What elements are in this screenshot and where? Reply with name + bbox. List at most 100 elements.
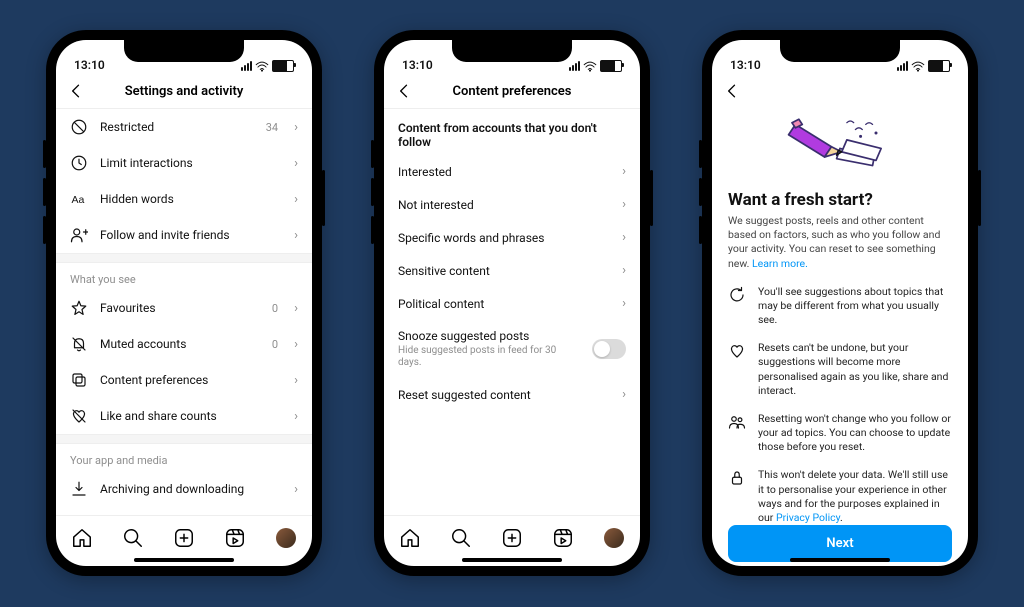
learn-more-link[interactable]: Learn more. bbox=[752, 257, 808, 270]
fresh-start-content: Want a fresh start? We suggest posts, re… bbox=[712, 108, 968, 566]
bullet-text: You'll see suggestions about topics that… bbox=[758, 285, 952, 328]
tab-reels[interactable] bbox=[224, 527, 246, 549]
notch bbox=[124, 40, 244, 62]
chevron-right-icon: › bbox=[294, 337, 298, 352]
tab-search[interactable] bbox=[450, 527, 472, 549]
tab-search[interactable] bbox=[122, 527, 144, 549]
settings-row[interactable]: Specific words and phrases› bbox=[384, 221, 640, 254]
row-label: Muted accounts bbox=[100, 337, 260, 351]
settings-row[interactable]: Political content› bbox=[384, 287, 640, 320]
ban-icon bbox=[70, 118, 88, 136]
settings-row[interactable]: Limit interactions › bbox=[56, 145, 312, 181]
row-label: Hidden words bbox=[100, 192, 282, 206]
people-icon bbox=[728, 412, 746, 431]
next-button[interactable]: Next bbox=[728, 525, 952, 562]
chevron-right-icon: › bbox=[294, 156, 298, 171]
row-label: Restricted bbox=[100, 120, 254, 134]
row-snooze[interactable]: Snooze suggested posts Hide suggested po… bbox=[384, 320, 640, 378]
row-label: Sensitive content bbox=[398, 264, 610, 278]
chevron-right-icon: › bbox=[622, 296, 626, 311]
settings-row[interactable]: Like and share counts› bbox=[56, 398, 312, 434]
chevron-right-icon: › bbox=[622, 164, 626, 179]
signal-icon bbox=[241, 61, 252, 71]
settings-row[interactable]: Not interested › bbox=[384, 188, 640, 221]
fresh-start-description: We suggest posts, reels and other conten… bbox=[728, 214, 952, 271]
tab-home[interactable] bbox=[399, 527, 421, 549]
notch bbox=[780, 40, 900, 62]
wifi-icon bbox=[583, 61, 597, 72]
row-label: Snooze suggested posts bbox=[398, 329, 580, 343]
back-button[interactable] bbox=[62, 77, 90, 105]
group-title: Content from accounts that you don't fol… bbox=[384, 109, 640, 155]
clock-alert-icon bbox=[70, 154, 88, 172]
tab-profile[interactable] bbox=[275, 527, 297, 549]
row-sublabel: Hide suggested posts in feed for 30 days… bbox=[398, 345, 580, 369]
settings-row[interactable]: Interested › bbox=[384, 155, 640, 188]
home-icon bbox=[71, 527, 93, 549]
phone-3: @onessurdu 13:10 bbox=[702, 30, 978, 576]
row-label: Interested bbox=[398, 165, 610, 179]
section-divider bbox=[56, 253, 312, 263]
chevron-right-icon: › bbox=[294, 120, 298, 135]
wifi-icon bbox=[255, 61, 269, 72]
plus-square-icon bbox=[173, 527, 195, 549]
settings-row[interactable]: Follow and invite friends› bbox=[56, 217, 312, 253]
section-title-app-media: Your app and media bbox=[56, 444, 312, 471]
avatar-icon bbox=[604, 528, 624, 548]
row-label: Content preferences bbox=[100, 373, 282, 387]
row-reset-suggested[interactable]: Reset suggested content › bbox=[384, 378, 640, 411]
row-label: Limit interactions bbox=[100, 156, 282, 170]
row-label: Not interested bbox=[398, 198, 610, 212]
status-right bbox=[897, 60, 950, 72]
screen-settings: @onessurdu 13:10 Settings and activity R… bbox=[56, 40, 312, 566]
plus-square-icon bbox=[501, 527, 523, 549]
home-indicator bbox=[790, 558, 890, 562]
row-meta: 34 bbox=[266, 121, 278, 134]
status-right bbox=[569, 60, 622, 72]
tab-profile[interactable] bbox=[603, 527, 625, 549]
reels-icon bbox=[552, 527, 574, 549]
chevron-right-icon: › bbox=[294, 192, 298, 207]
chevron-right-icon: › bbox=[294, 301, 298, 316]
page-title: Content preferences bbox=[453, 84, 572, 99]
fresh-start-title: Want a fresh start? bbox=[728, 190, 952, 210]
back-button[interactable] bbox=[718, 77, 746, 105]
download-icon bbox=[70, 480, 88, 498]
home-indicator bbox=[134, 558, 234, 562]
bullet-item: This won't delete your data. We'll still… bbox=[728, 468, 952, 525]
settings-row[interactable]: Favourites0› bbox=[56, 290, 312, 326]
chevron-right-icon: › bbox=[622, 197, 626, 212]
star-icon bbox=[70, 299, 88, 317]
settings-row[interactable]: Restricted 34 › bbox=[56, 109, 312, 145]
chevron-left-icon bbox=[394, 81, 414, 101]
snooze-toggle[interactable] bbox=[592, 339, 626, 359]
back-button[interactable] bbox=[390, 77, 418, 105]
tab-reels[interactable] bbox=[552, 527, 574, 549]
phone-2: @onessurdu 13:10 Content preferences Con… bbox=[374, 30, 650, 576]
tab-create[interactable] bbox=[173, 527, 195, 549]
privacy-policy-link[interactable]: Privacy Policy bbox=[776, 511, 840, 524]
row-label: Archiving and downloading bbox=[100, 482, 282, 496]
tab-home[interactable] bbox=[71, 527, 93, 549]
settings-row[interactable]: Content preferences › bbox=[56, 362, 312, 398]
settings-row[interactable]: Archiving and downloading› bbox=[56, 471, 312, 507]
phone-1: @onessurdu 13:10 Settings and activity R… bbox=[46, 30, 322, 576]
settings-row[interactable]: Accessibility› bbox=[56, 507, 312, 515]
settings-row[interactable]: Aa Hidden words › bbox=[56, 181, 312, 217]
section-divider bbox=[56, 434, 312, 444]
settings-row[interactable]: Sensitive content› bbox=[384, 254, 640, 287]
row-label: Favourites bbox=[100, 301, 260, 315]
home-icon bbox=[399, 527, 421, 549]
page-title: Settings and activity bbox=[125, 84, 244, 99]
notch bbox=[452, 40, 572, 62]
svg-text:Aa: Aa bbox=[72, 194, 85, 206]
home-indicator bbox=[462, 558, 562, 562]
chevron-left-icon bbox=[722, 81, 742, 101]
row-label: Reset suggested content bbox=[398, 388, 610, 402]
user-plus-icon bbox=[70, 226, 88, 244]
chevron-right-icon: › bbox=[294, 373, 298, 388]
prefs-content: Content from accounts that you don't fol… bbox=[384, 109, 640, 515]
section-title-what-you-see: What you see bbox=[56, 263, 312, 290]
settings-row[interactable]: Muted accounts0› bbox=[56, 326, 312, 362]
tab-create[interactable] bbox=[501, 527, 523, 549]
